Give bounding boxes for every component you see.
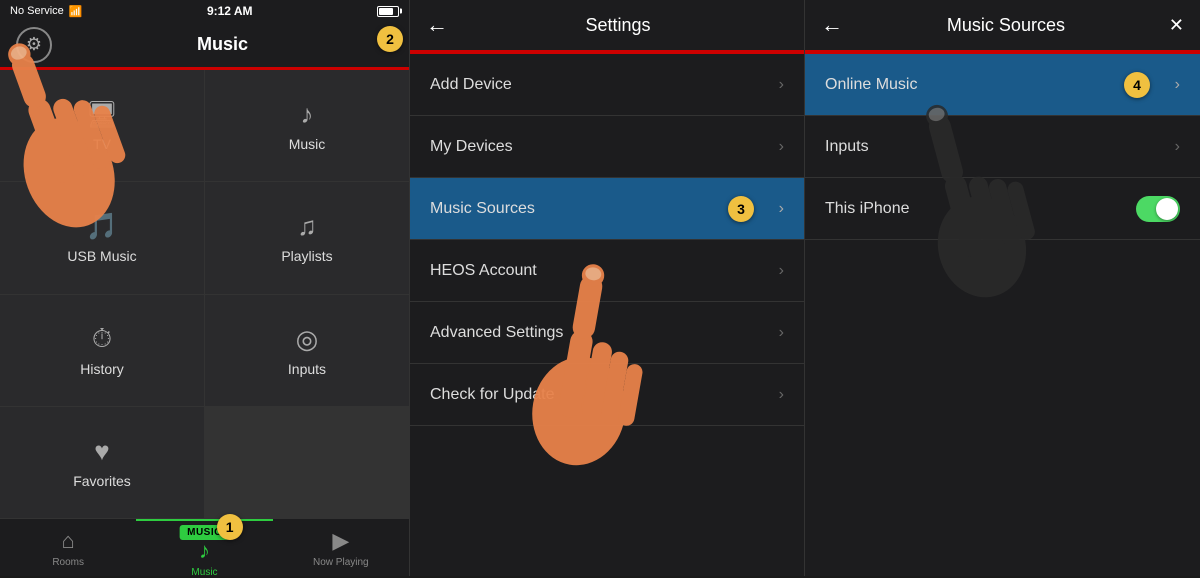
- heos-label: HEOS Account: [430, 262, 779, 280]
- grid-item-usb[interactable]: 🎵 USB Music: [0, 182, 204, 293]
- time-display: 9:12 AM: [207, 4, 253, 18]
- tv-icon: 🖥: [85, 99, 118, 130]
- update-chevron: ›: [779, 386, 784, 404]
- playlists-label: Playlists: [281, 248, 332, 264]
- status-right: [377, 6, 399, 17]
- step-badge-3: 3: [728, 196, 754, 222]
- settings-header: ← Settings: [410, 0, 804, 52]
- history-icon: ⏱: [92, 323, 112, 355]
- source-item-online-music[interactable]: Online Music 4 ›: [805, 54, 1200, 116]
- grid-item-playlists[interactable]: ♫ Playlists: [205, 182, 409, 293]
- rooms-icon: ⌂: [62, 528, 75, 554]
- sources-list: Online Music 4 › Inputs › This iPhone: [805, 54, 1200, 576]
- iphone-label: This iPhone: [825, 200, 1136, 218]
- settings-item-update[interactable]: Check for Update ›: [410, 364, 804, 426]
- tab-music[interactable]: MUSIC ♪ Music 1: [136, 519, 272, 576]
- grid-item-favorites[interactable]: ♥ Favorites: [0, 407, 204, 518]
- inputs-label: Inputs: [288, 361, 326, 377]
- settings-title: Settings: [448, 15, 788, 36]
- gear-button[interactable]: ⚙: [16, 27, 52, 63]
- online-music-chevron: ›: [1175, 76, 1180, 94]
- tab-rooms[interactable]: ⌂ Rooms: [0, 519, 136, 576]
- favorites-icon: ♥: [94, 436, 109, 467]
- music-label: Music: [289, 136, 326, 152]
- rooms-label: Rooms: [52, 557, 84, 568]
- usb-icon: 🎵: [86, 211, 118, 242]
- music-panel-title: Music: [52, 34, 393, 55]
- music-header: ⚙ Music 2: [0, 22, 409, 68]
- battery-icon: [377, 6, 399, 17]
- sources-header: ← Music Sources ✕: [805, 0, 1200, 52]
- panel-music: No Service 📶 9:12 AM ⚙ Music 2 🖥 TV ♪ Mu…: [0, 0, 410, 576]
- online-music-label: Online Music: [825, 76, 1175, 94]
- usb-label: USB Music: [67, 248, 136, 264]
- source-item-inputs[interactable]: Inputs ›: [805, 116, 1200, 178]
- panel-sources: ← Music Sources ✕ Online Music 4 › Input…: [805, 0, 1200, 576]
- source-inputs-label: Inputs: [825, 138, 1175, 156]
- nowplaying-label: Now Playing: [313, 557, 369, 568]
- music-tab-icon: ♪: [199, 538, 210, 564]
- inputs-chevron: ›: [1175, 138, 1180, 156]
- settings-back-button[interactable]: ←: [426, 12, 448, 38]
- settings-item-my-devices[interactable]: My Devices ›: [410, 116, 804, 178]
- sources-back-button[interactable]: ←: [821, 12, 843, 38]
- tv-label: TV: [93, 136, 111, 152]
- toggle-knob: [1156, 198, 1178, 220]
- grid-item-history[interactable]: ⏱ History: [0, 295, 204, 406]
- step-badge-4: 4: [1124, 72, 1150, 98]
- wifi-icon: 📶: [69, 5, 83, 18]
- bottom-tabs: ⌂ Rooms MUSIC ♪ Music 1 ▶ Now Playing: [0, 518, 409, 576]
- music-icon: ♪: [301, 99, 314, 130]
- settings-item-music-sources[interactable]: Music Sources › 3: [410, 178, 804, 240]
- advanced-chevron: ›: [779, 324, 784, 342]
- update-label: Check for Update: [430, 386, 779, 404]
- nowplaying-icon: ▶: [332, 528, 349, 554]
- grid-item-music[interactable]: ♪ Music: [205, 70, 409, 181]
- battery-fill: [379, 8, 393, 15]
- iphone-toggle[interactable]: [1136, 196, 1180, 222]
- playlists-icon: ♫: [297, 211, 317, 242]
- my-devices-chevron: ›: [779, 138, 784, 156]
- sources-close-button[interactable]: ✕: [1169, 15, 1184, 36]
- heos-chevron: ›: [779, 262, 784, 280]
- settings-item-add-device[interactable]: Add Device ›: [410, 54, 804, 116]
- music-sources-chevron: ›: [779, 200, 784, 218]
- source-item-iphone[interactable]: This iPhone: [805, 178, 1200, 240]
- favorites-label: Favorites: [73, 473, 131, 489]
- step-badge-1: 1: [217, 514, 243, 540]
- settings-item-heos[interactable]: HEOS Account ›: [410, 240, 804, 302]
- gear-icon: ⚙: [26, 34, 42, 55]
- advanced-label: Advanced Settings: [430, 324, 779, 342]
- add-device-label: Add Device: [430, 76, 779, 94]
- grid-item-tv[interactable]: 🖥 TV: [0, 70, 204, 181]
- music-sources-label: Music Sources: [430, 200, 779, 218]
- music-grid: 🖥 TV ♪ Music 🎵 USB Music ♫ Playlists ⏱ H…: [0, 70, 409, 518]
- panel-settings: ← Settings Add Device › My Devices › Mus…: [410, 0, 805, 576]
- my-devices-label: My Devices: [430, 138, 779, 156]
- history-label: History: [80, 361, 124, 377]
- carrier-text: No Service: [10, 5, 64, 17]
- settings-list: Add Device › My Devices › Music Sources …: [410, 54, 804, 576]
- status-bar: No Service 📶 9:12 AM: [0, 0, 409, 22]
- settings-item-advanced[interactable]: Advanced Settings ›: [410, 302, 804, 364]
- inputs-icon: ◎: [296, 324, 319, 355]
- add-device-chevron: ›: [779, 76, 784, 94]
- sources-title: Music Sources: [843, 15, 1169, 36]
- step-badge-2: 2: [377, 26, 403, 52]
- grid-item-inputs[interactable]: ◎ Inputs: [205, 295, 409, 406]
- status-left: No Service 📶: [10, 5, 83, 18]
- tab-nowplaying[interactable]: ▶ Now Playing: [273, 519, 409, 576]
